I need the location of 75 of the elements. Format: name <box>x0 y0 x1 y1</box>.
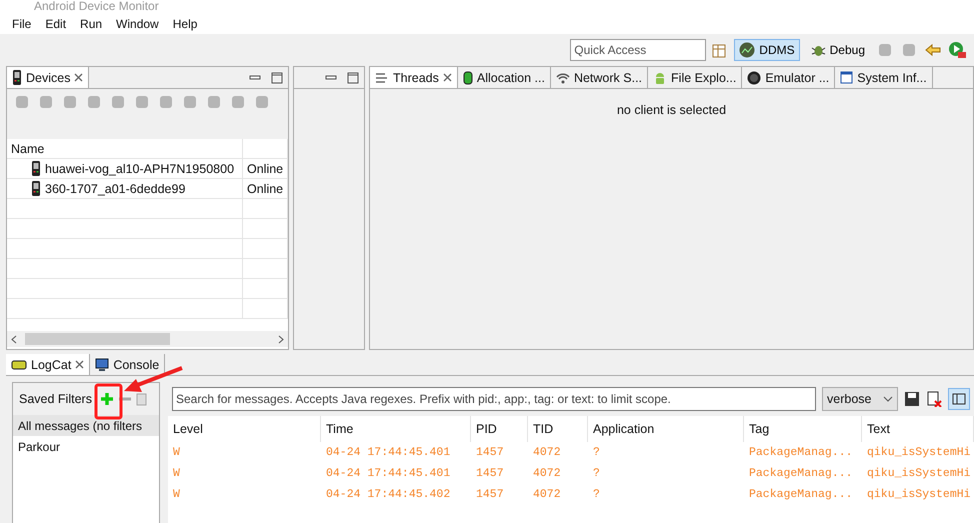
log-cell-text: 4072 <box>532 445 562 461</box>
maximize-icon[interactable] <box>347 72 359 84</box>
device-name-cell[interactable]: 360-1707_a01-6dedde99 <box>7 179 243 198</box>
phone-icon <box>31 181 41 196</box>
log-cell-text: PackageManag... <box>748 487 854 503</box>
arrow-left-icon[interactable] <box>924 43 942 57</box>
clear-log-icon[interactable] <box>926 391 942 407</box>
saved-filters-title: Saved Filters <box>19 392 92 406</box>
log-cell-text: qiku_isSystemHi <box>866 466 972 482</box>
chart-icon <box>739 42 756 58</box>
log-cell-text: ? <box>592 466 601 482</box>
menu-item[interactable]: File <box>12 17 32 31</box>
device-status-cell: Online <box>243 159 288 178</box>
chevron-down-icon <box>883 396 893 402</box>
column-header[interactable]: Text <box>862 416 974 442</box>
panel-tab[interactable]: LogCat <box>6 354 90 375</box>
wifi-icon <box>556 72 570 84</box>
split-view-icon <box>952 393 966 405</box>
column-header[interactable]: Level <box>168 416 321 442</box>
log-cell-text: W <box>172 445 181 461</box>
log-cell-text: PackageManag... <box>748 466 854 482</box>
log-cell-text: 04-24 17:44:45.402 <box>325 487 452 503</box>
panel-tab[interactable]: Threads <box>370 67 458 88</box>
log-cell-text: qiku_isSystemHi <box>866 487 972 503</box>
perspective-button[interactable]: DDMS <box>734 39 800 61</box>
horizontal-scrollbar[interactable] <box>7 331 288 347</box>
open-perspective-icon[interactable] <box>712 42 728 58</box>
monitor-icon <box>95 358 110 371</box>
log-cell-text: W <box>172 487 181 503</box>
log-cell-text: PackageManag... <box>748 445 854 461</box>
filter-item[interactable]: All messages (no filters <box>13 415 159 436</box>
log-cell-text: 04-24 17:44:45.401 <box>325 445 452 461</box>
emulator-icon <box>747 70 762 84</box>
log-cell-text: 1457 <box>475 487 505 503</box>
quick-access-field[interactable]: Quick Access <box>570 39 706 61</box>
log-cell-text: 1457 <box>475 466 505 482</box>
log-cell-text: ? <box>592 487 601 503</box>
device-name-cell[interactable]: huawei-vog_al10-APH7N1950800 <box>7 159 243 178</box>
close-icon[interactable] <box>74 73 84 82</box>
perspective-button[interactable]: Debug <box>806 39 870 61</box>
menu-item[interactable]: Run <box>80 17 102 31</box>
column-header[interactable]: Time <box>321 416 471 442</box>
search-field[interactable]: Search for messages. Accepts Java regexes. Prefix with pid:, app:, tag: or text: to limit scope. <box>172 387 816 411</box>
menu-item[interactable]: Window <box>116 17 159 31</box>
log-cell-text: 04-24 17:44:45.401 <box>325 466 452 482</box>
run-icon[interactable] <box>948 41 968 59</box>
add-icon[interactable] <box>100 392 114 406</box>
chevron-right-icon[interactable] <box>278 334 284 344</box>
phone-icon <box>31 161 41 176</box>
log-cell-text: 4072 <box>532 487 562 503</box>
chevron-left-icon[interactable] <box>11 334 17 344</box>
phone-icon <box>12 70 22 85</box>
menu-item[interactable]: Help <box>172 17 198 31</box>
devices-tab[interactable]: Devices <box>7 67 90 88</box>
column-header[interactable]: TID <box>528 416 588 442</box>
level-select[interactable]: verbose <box>822 387 898 411</box>
log-cell-text: 4072 <box>532 466 562 482</box>
close-icon[interactable] <box>442 73 452 82</box>
column-header[interactable]: Tag <box>744 416 862 442</box>
log-cell-text: 1457 <box>475 445 505 461</box>
highlight-box <box>94 384 122 420</box>
menu-item[interactable]: Edit <box>45 17 66 31</box>
device-status-cell: Online <box>243 179 288 198</box>
log-cell-text: W <box>172 466 181 482</box>
column-header[interactable]: PID <box>471 416 528 442</box>
log-cell-text: ? <box>592 445 601 461</box>
window-title: Android Device Monitor <box>0 0 974 14</box>
column-header[interactable]: Application <box>588 416 744 442</box>
close-icon[interactable] <box>75 360 84 369</box>
column-header[interactable]: Name <box>7 139 243 158</box>
log-cell-text: qiku_isSystemHi <box>866 445 972 461</box>
save-icon[interactable] <box>904 391 920 407</box>
layout-toggle-button[interactable] <box>948 388 970 410</box>
window-icon <box>840 71 854 84</box>
maximize-icon[interactable] <box>271 72 283 84</box>
